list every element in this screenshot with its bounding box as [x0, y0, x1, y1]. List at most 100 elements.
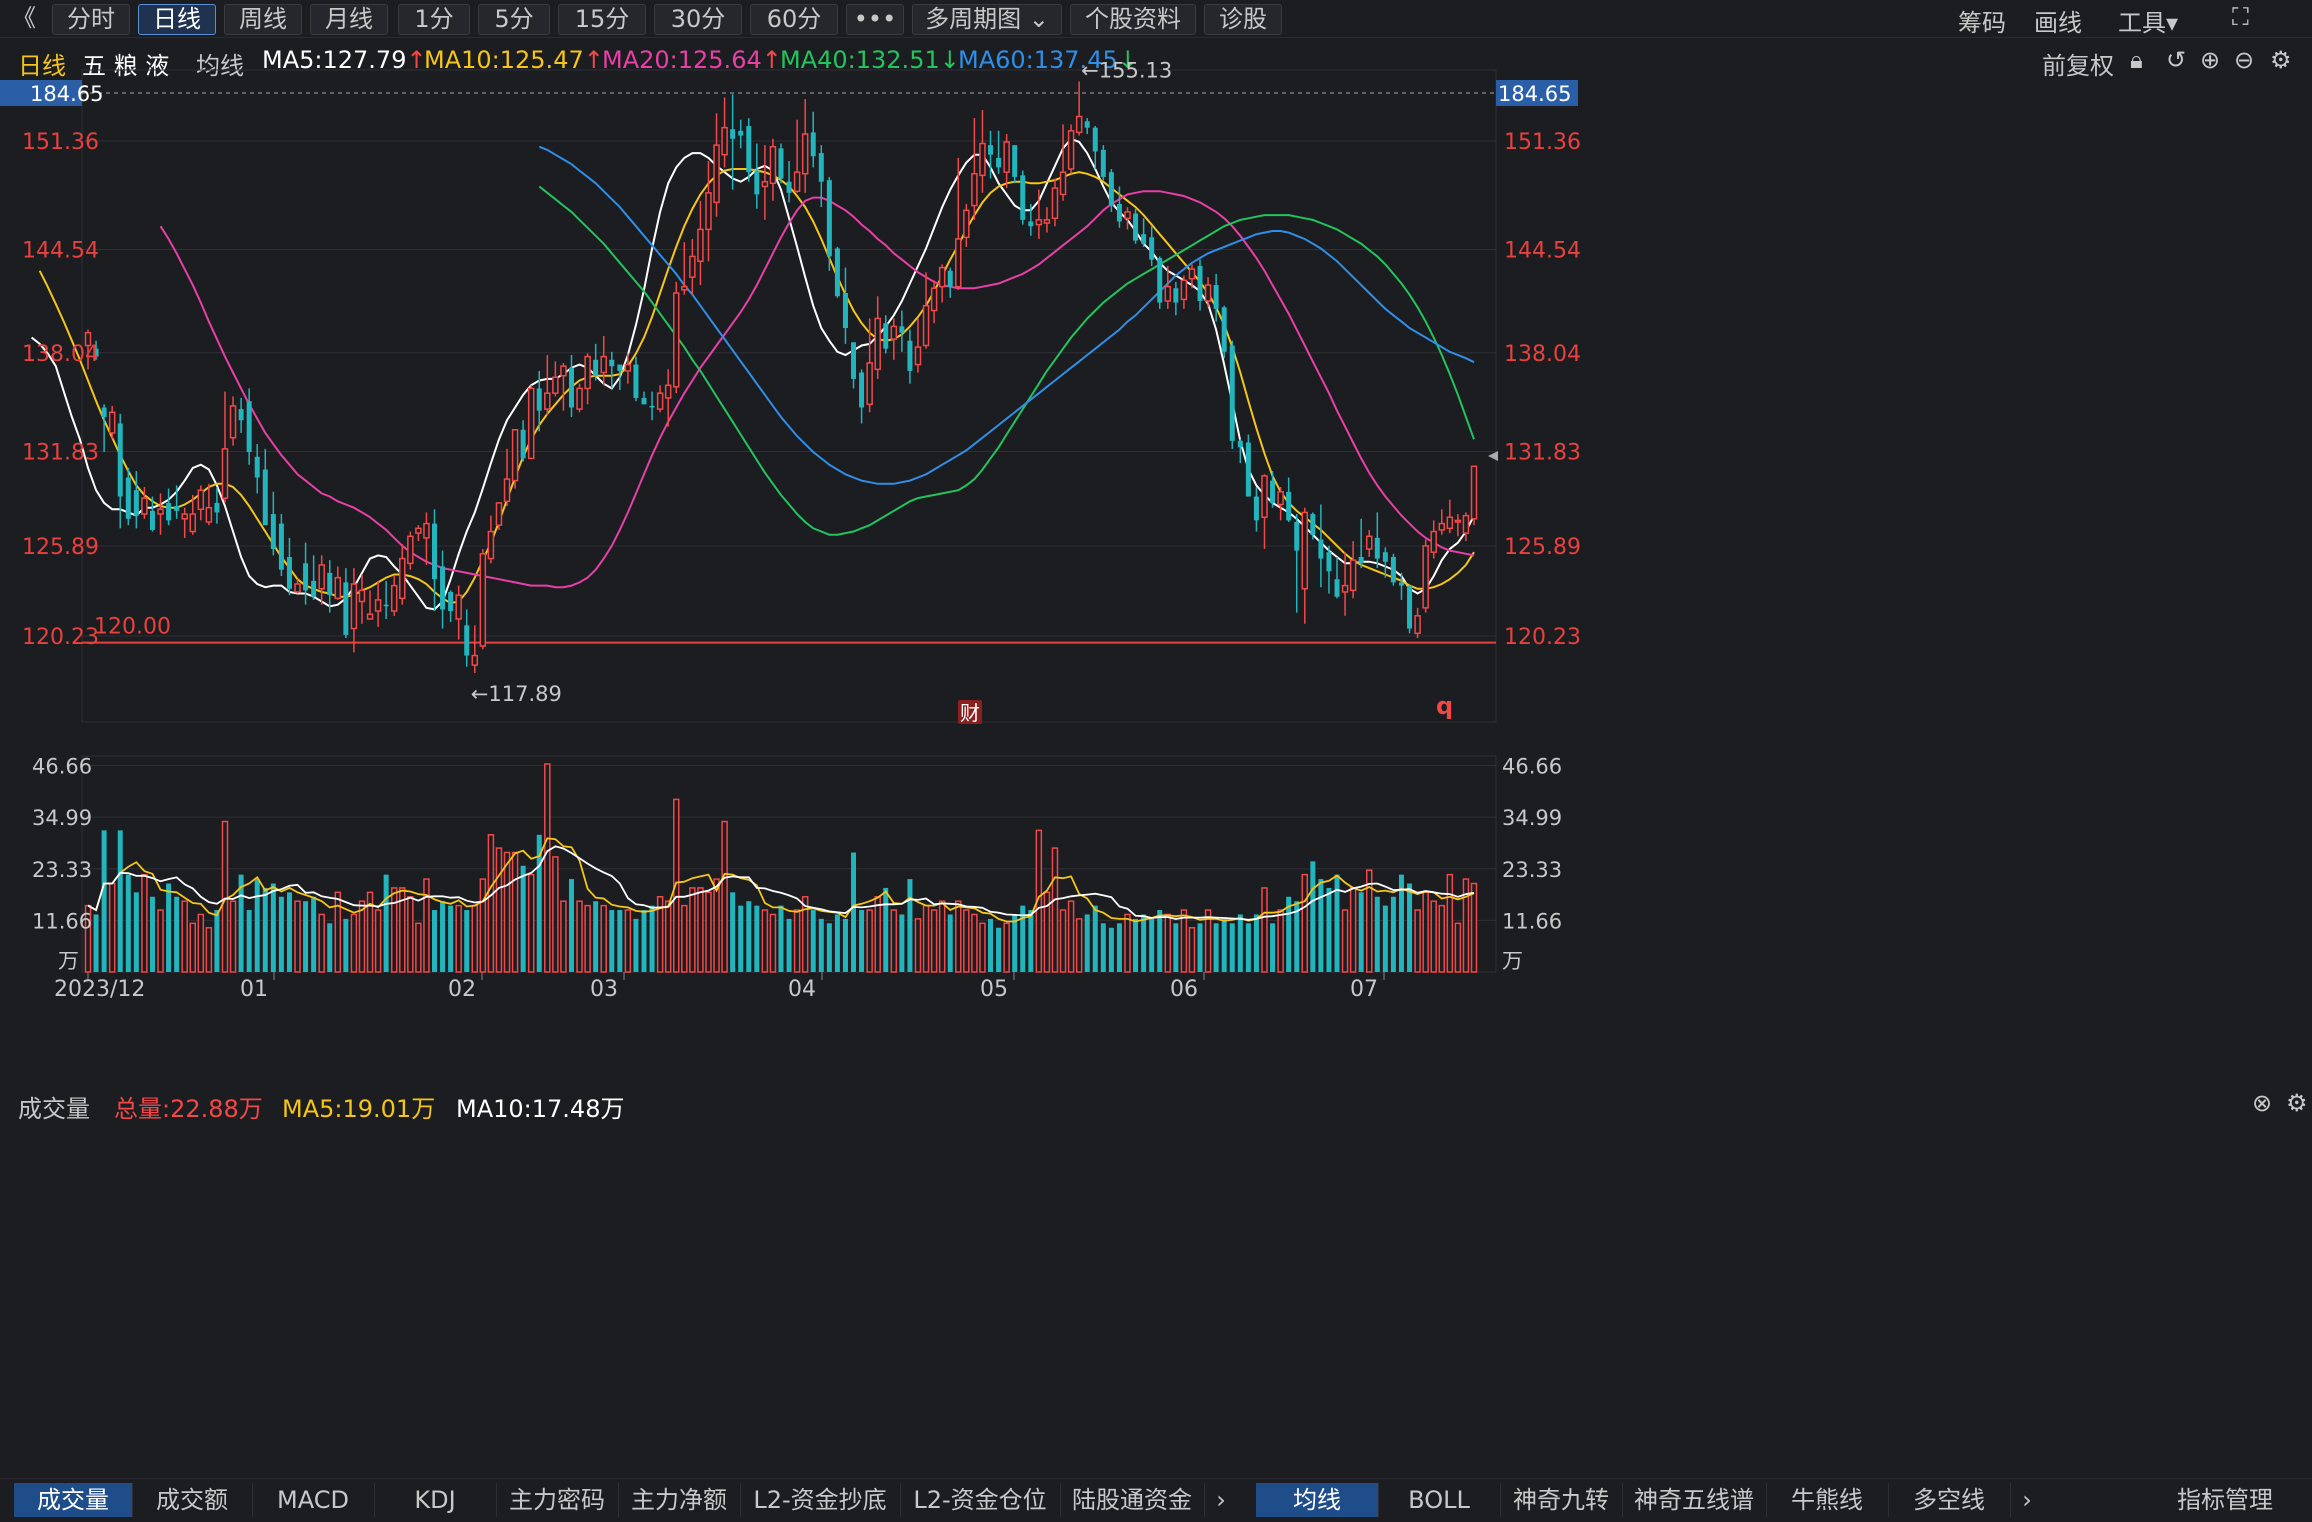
candle: [576, 383, 583, 413]
candle-body: [358, 589, 366, 603]
candle: [383, 580, 389, 619]
candle: [471, 625, 479, 674]
candle-body: [769, 145, 777, 185]
candle: [399, 544, 406, 605]
candle: [874, 296, 881, 379]
candle-body: [1446, 516, 1454, 530]
candle-body: [689, 255, 696, 278]
candle: [1084, 118, 1090, 135]
candle-body: [681, 285, 688, 291]
candle: [125, 467, 131, 526]
volume-bar: [922, 904, 930, 973]
volume-bar: [1188, 926, 1196, 973]
candle: [1277, 487, 1284, 521]
volume-bar: [1051, 847, 1059, 973]
scroll-right-icon-2[interactable]: ›: [2012, 1483, 2042, 1517]
tab-l2-position[interactable]: L2-资金仓位: [900, 1483, 1061, 1517]
candle: [1229, 340, 1235, 449]
candle-body: [407, 535, 414, 565]
tab-magic-nine[interactable]: 神奇九转: [1500, 1483, 1623, 1517]
candle-body: [1277, 491, 1284, 506]
candle-body: [1245, 442, 1251, 497]
tab-l2-bottom[interactable]: L2-资金抄底: [740, 1483, 901, 1517]
candle: [390, 576, 398, 616]
kline-chart[interactable]: 151.36 151.36 144.54 144.54 138.04 138.04 131.…: [0, 0, 2312, 1478]
candle-body: [1318, 539, 1324, 559]
candle: [641, 391, 647, 405]
tab-macd[interactable]: MACD: [252, 1483, 375, 1517]
candle-body: [1035, 219, 1043, 226]
scroll-right-icon[interactable]: ›: [1206, 1483, 1236, 1517]
candle: [1043, 207, 1051, 233]
volume-bar: [487, 834, 495, 973]
high-marker: ←155.13: [1081, 59, 1172, 83]
candle-body: [536, 388, 542, 411]
candle-body: [229, 405, 237, 439]
candle: [617, 364, 623, 391]
candle: [318, 555, 325, 605]
volume-settings-icon[interactable]: ⚙: [2286, 1089, 2308, 1117]
volume-bar: [1454, 922, 1462, 973]
candle-body: [552, 376, 559, 394]
candle: [117, 413, 123, 529]
candle-body: [1084, 121, 1090, 128]
tab-ma[interactable]: 均线: [1256, 1483, 1379, 1517]
candle: [689, 238, 696, 295]
candle-body: [1149, 237, 1155, 260]
candle: [495, 502, 503, 530]
candle: [1390, 553, 1396, 586]
volume-bar: [1164, 913, 1172, 973]
volume-bar: [593, 901, 599, 972]
candle-body: [1310, 514, 1316, 535]
tab-main-code[interactable]: 主力密码: [496, 1483, 619, 1517]
tab-long-short[interactable]: 多空线: [1888, 1483, 2011, 1517]
tab-bull-bear[interactable]: 牛熊线: [1766, 1483, 1889, 1517]
tab-turnover[interactable]: 成交额: [132, 1483, 253, 1517]
candle-body: [761, 180, 769, 188]
candle: [1245, 434, 1251, 497]
candle-body: [1294, 521, 1300, 551]
candle: [971, 118, 978, 220]
candle: [633, 356, 639, 402]
candle: [738, 119, 744, 149]
candle-body: [141, 497, 148, 515]
ma-lines: [30, 137, 1475, 611]
volume-bar: [286, 892, 292, 972]
candle: [922, 272, 930, 349]
candle-body: [996, 157, 1002, 168]
volume-bar: [1270, 923, 1276, 972]
candle-body: [988, 145, 994, 155]
indicator-manage-button[interactable]: 指标管理: [2150, 1483, 2300, 1517]
candle: [464, 609, 470, 667]
close-icon[interactable]: ⊗: [2252, 1089, 2272, 1117]
volume-bar: [527, 873, 535, 973]
candle: [221, 391, 229, 503]
candle-body: [286, 556, 292, 589]
candle-body: [1051, 187, 1059, 220]
tab-northbound[interactable]: 陆股通资金: [1060, 1483, 1205, 1517]
candle-body: [826, 180, 832, 257]
candle-body: [786, 181, 792, 193]
volume-bar: [890, 909, 898, 973]
volume-bar: [689, 887, 696, 973]
candle-body: [721, 126, 728, 156]
tab-main-net[interactable]: 主力净额: [618, 1483, 741, 1517]
candle-body: [101, 407, 107, 418]
candle-body: [922, 304, 930, 347]
dashed-level-label-left: 184.65: [30, 82, 103, 106]
candle-body: [947, 270, 953, 287]
tab-kdj[interactable]: KDJ: [374, 1483, 497, 1517]
tab-boll[interactable]: BOLL: [1378, 1483, 1501, 1517]
x-tick-label: 05: [980, 977, 1008, 1002]
price-tick-label-left: 138.04: [22, 342, 99, 367]
candle-body: [1197, 265, 1203, 301]
candle-body: [399, 557, 406, 600]
tab-magic-five[interactable]: 神奇五线谱: [1622, 1483, 1767, 1517]
tab-volume[interactable]: 成交量: [14, 1483, 133, 1517]
candle-body: [1341, 584, 1349, 593]
candle-body: [938, 266, 946, 288]
volume-bar: [495, 847, 503, 973]
volume-bar: [141, 873, 148, 973]
volume-ma10: MA10:17.48万: [456, 1095, 625, 1123]
candle-body: [576, 387, 583, 410]
